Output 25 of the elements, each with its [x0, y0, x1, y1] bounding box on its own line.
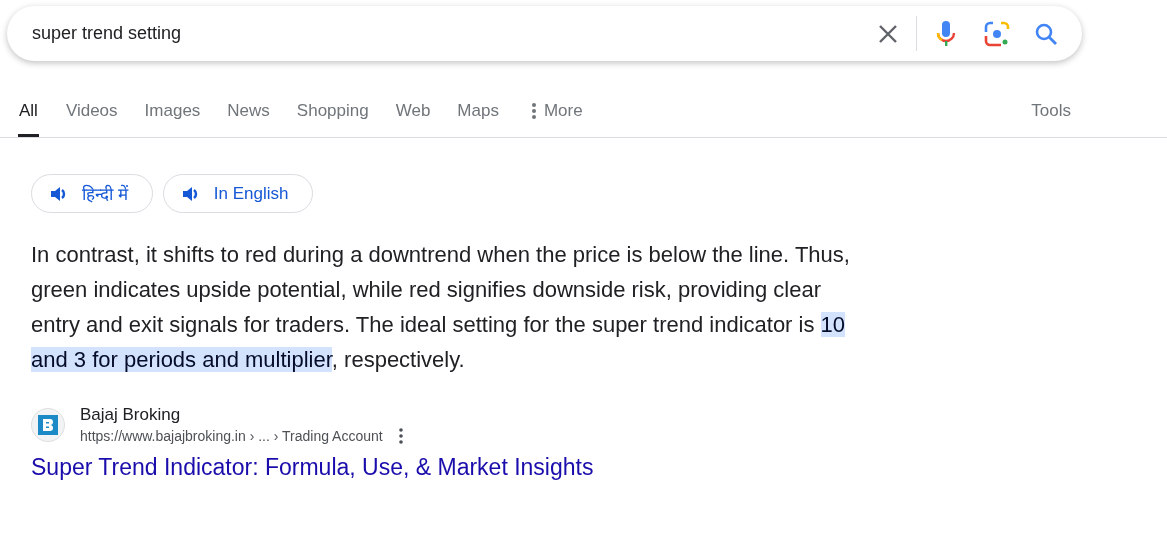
- site-logo-icon: [31, 408, 65, 442]
- more-options-icon[interactable]: [398, 428, 403, 444]
- camera-icon[interactable]: [984, 20, 1010, 47]
- tools-tab[interactable]: Tools: [1031, 101, 1071, 137]
- tab[interactable]: Videos: [65, 101, 118, 137]
- tab[interactable]: News: [227, 101, 270, 137]
- tab[interactable]: Images: [144, 101, 201, 137]
- tab[interactable]: Maps: [457, 101, 499, 137]
- site-name: Bajaj Broking: [80, 404, 182, 426]
- search-icon[interactable]: [1034, 21, 1058, 46]
- search-field[interactable]: super trend setting: [32, 23, 878, 44]
- tab[interactable]: Web: [395, 101, 431, 137]
- speaker-icon: [181, 185, 200, 202]
- result-title-link[interactable]: Super Trend Indicator: Formula, Use, & Market Insights: [31, 454, 1167, 481]
- result-url: https://www.bajajbroking.in › ... › Trading Account: [80, 427, 383, 446]
- speaker-icon: [50, 185, 68, 202]
- listen-button[interactable]: In English: [162, 174, 314, 213]
- more-tab[interactable]: More: [531, 101, 583, 137]
- close-icon[interactable]: [878, 23, 898, 44]
- microphone-icon[interactable]: [935, 19, 957, 48]
- answer-snippet: In contrast, it shifts to red during a downtrend when the price is below the line. Thus, green indicates upside potential, while red signifies downside risk, providing clear entry and exit signals for traders. The ideal setting for the super trend indicator is 10 and 3 for periods and multiplier, respectively.: [31, 241, 851, 374]
- tab[interactable]: All: [18, 101, 39, 137]
- listen-button[interactable]: हिन्दी में: [31, 174, 153, 213]
- more-icon: [531, 103, 536, 119]
- tab[interactable]: Shopping: [296, 101, 369, 137]
